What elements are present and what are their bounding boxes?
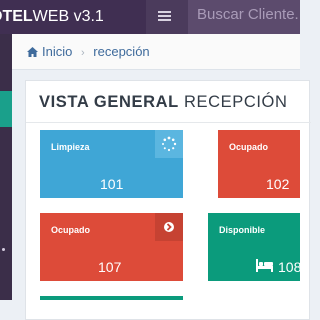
chevron-right-icon: › (80, 47, 85, 59)
spinner-icon[interactable] (155, 130, 183, 158)
brand-rest: WEB v3.1 (32, 8, 104, 25)
brand-bold: OTEL (0, 8, 33, 25)
room-number: 102 (266, 176, 290, 192)
room-number: 108 (278, 259, 300, 275)
top-navbar: OTELWEB v3.1 Buscar Cliente... (0, 0, 300, 34)
room-card-107[interactable]: Ocupado 107 (40, 213, 183, 281)
breadcrumb: Inicio › recepción (12, 34, 300, 70)
overview-panel: VISTA GENERAL RECEPCIÓN (25, 80, 311, 320)
room-card-101[interactable]: Limpieza 101 (40, 130, 183, 198)
breadcrumb-current[interactable]: recepción (93, 44, 149, 59)
room-card-102[interactable]: Ocupado 102 (218, 130, 300, 198)
home-icon (27, 47, 38, 57)
sidebar-item-active[interactable] (0, 91, 12, 127)
room-status-label: Ocupado (51, 225, 91, 235)
sidebar (0, 34, 12, 300)
breadcrumb-home-label: Inicio (42, 44, 73, 59)
room-status-label: Ocupado (229, 142, 269, 152)
room-card-partial[interactable] (40, 296, 183, 300)
breadcrumb-home[interactable]: Inicio (27, 44, 76, 59)
panel-divider (26, 122, 311, 123)
room-number: 101 (100, 176, 124, 192)
arrow-circle-right-icon[interactable] (155, 213, 183, 241)
room-card-108[interactable]: Disponible 108 (208, 213, 300, 281)
page-title: VISTA GENERAL RECEPCIÓN (39, 93, 288, 112)
search-input[interactable]: Buscar Cliente... (188, 0, 300, 34)
search-placeholder: Buscar Cliente... (197, 6, 300, 23)
title-bold: VISTA GENERAL (39, 93, 179, 111)
app-logo[interactable]: OTELWEB v3.1 (0, 0, 146, 34)
sidebar-bullet-icon (2, 248, 5, 251)
bed-icon (256, 259, 273, 272)
title-rest: RECEPCIÓN (178, 93, 288, 111)
room-status-label: Disponible (219, 225, 266, 235)
menu-toggle-icon[interactable] (158, 10, 171, 23)
room-number: 107 (98, 259, 122, 275)
room-status-label: Limpieza (51, 142, 90, 152)
